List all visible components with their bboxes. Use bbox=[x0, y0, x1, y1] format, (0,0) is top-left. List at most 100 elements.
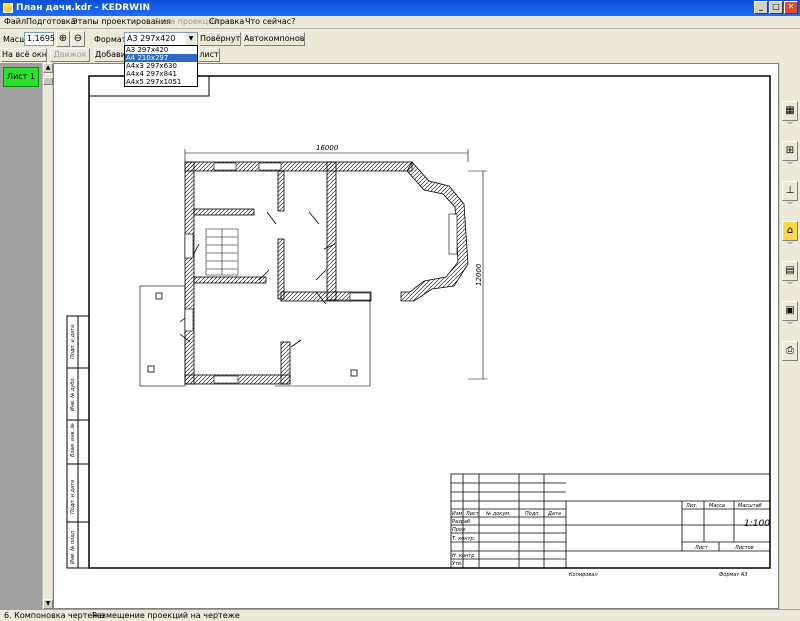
wall-left bbox=[184, 161, 195, 385]
separator-chevron-icon: ︾ bbox=[786, 282, 793, 289]
tb-sheet: Лист bbox=[694, 545, 709, 551]
tb-sheets: Листов bbox=[734, 545, 754, 551]
stairs bbox=[205, 228, 239, 276]
drawing-canvas[interactable]: Подп. и дата Инв. № дубл. Взам. инв. № П… bbox=[53, 63, 779, 609]
dimension-horizontal: 16000 bbox=[184, 144, 469, 162]
menu-preparation[interactable]: Подготовка bbox=[26, 17, 76, 26]
tb-row: Утв. bbox=[452, 561, 463, 567]
format-select-value: А3 297х420 bbox=[127, 34, 176, 43]
tb-copied: Копировал bbox=[569, 572, 598, 578]
rotate-button[interactable]: Повёрнуто bbox=[199, 32, 241, 46]
dim-vertical-label: 12000 bbox=[475, 263, 483, 286]
tb-header: Изм bbox=[452, 511, 462, 517]
toolbar: Масштаб 1.1695 ⊕ ⊖ Формат: А3 297х420 ▼ … bbox=[0, 29, 800, 63]
side-stamp-text: Инв. № подл. bbox=[70, 530, 76, 565]
zoom-in-icon[interactable]: ⊕ bbox=[56, 31, 70, 47]
zoom-out-icon[interactable]: ⊖ bbox=[71, 31, 85, 47]
windows bbox=[184, 162, 458, 384]
view-layout-icon[interactable]: ▦ bbox=[782, 101, 798, 121]
sheets-panel: Лист 1 bbox=[0, 63, 42, 609]
status-stage: 6. Компоновка чертежа bbox=[4, 611, 105, 620]
side-stamp: Подп. и дата Инв. № дубл. Взам. инв. № П… bbox=[66, 315, 90, 569]
status-bar: 6. Компоновка чертежа Размещение проекци… bbox=[0, 609, 800, 621]
format-option[interactable]: А3 297х420 bbox=[125, 46, 197, 54]
engine-button[interactable]: Движок bbox=[50, 48, 90, 62]
minimize-button[interactable]: _ bbox=[754, 1, 768, 14]
tb-row: Пров. bbox=[452, 527, 467, 533]
floor-plan bbox=[139, 161, 469, 387]
format-dropdown-list: А3 297х420 А4 210х297 А4х3 297х630 А4х4 … bbox=[124, 45, 198, 87]
title-block-text: Изм Лист № докум. Подп. Дата Разраб. Про… bbox=[452, 503, 770, 567]
column bbox=[147, 365, 155, 373]
tb-row: Н. контр. bbox=[452, 553, 476, 559]
hatch-icon[interactable]: ▤ bbox=[782, 261, 798, 281]
tb-scale-value: 1:100 bbox=[744, 519, 770, 529]
app-icon bbox=[3, 3, 13, 13]
side-stamp-text: Подп. и дата bbox=[70, 325, 76, 359]
menu-help[interactable]: Справка bbox=[209, 17, 244, 26]
drawing-sheet: Подп. и дата Инв. № дубл. Взам. инв. № П… bbox=[66, 75, 771, 578]
dimension-vertical: 12000 bbox=[468, 170, 487, 380]
sheet-button[interactable]: лист bbox=[198, 48, 220, 62]
separator-chevron-icon: ︾ bbox=[786, 162, 793, 169]
tb-scale: Масштаб bbox=[738, 503, 762, 509]
section-icon[interactable]: ⊞ bbox=[782, 141, 798, 161]
column bbox=[350, 369, 358, 377]
side-stamp-text: Взам. инв. № bbox=[70, 423, 76, 457]
tb-header: Подп. bbox=[525, 511, 540, 517]
scale-input[interactable]: 1.1695 bbox=[24, 32, 55, 46]
menu-file[interactable]: Файл bbox=[4, 17, 26, 26]
menu-bar: Файл Подготовка Этапы проектирования Окн… bbox=[0, 16, 800, 29]
side-stamp-text: Инв. № дубл. bbox=[70, 377, 76, 411]
wall-bay bbox=[400, 161, 469, 302]
separator-chevron-icon: ︾ bbox=[786, 122, 793, 129]
side-stamp-text: Подп. и дата bbox=[70, 480, 76, 514]
format-select[interactable]: А3 297х420 ▼ bbox=[124, 32, 198, 46]
wall-interior bbox=[193, 276, 267, 284]
maximize-button[interactable]: □ bbox=[769, 1, 783, 14]
title-block bbox=[450, 473, 771, 569]
print-icon[interactable]: ⎙ bbox=[782, 341, 798, 361]
chevron-down-icon[interactable]: ▼ bbox=[186, 33, 196, 45]
scroll-up-icon[interactable]: ▲ bbox=[43, 63, 53, 73]
window-title: План дачи.kdr - KEDRWIN bbox=[16, 3, 150, 13]
vertical-scrollbar[interactable]: ▲ ▼ bbox=[42, 63, 53, 609]
dim-horizontal-label: 16000 bbox=[316, 144, 339, 152]
tb-row: Разраб. bbox=[452, 519, 472, 525]
title-bar: План дачи.kdr - KEDRWIN _ □ ✕ bbox=[0, 0, 800, 16]
add-sheet-button[interactable]: Добави bbox=[94, 48, 126, 62]
tb-mass: Масса bbox=[709, 503, 725, 509]
wall-interior bbox=[277, 238, 285, 300]
format-option[interactable]: А4х4 297х841 bbox=[125, 70, 197, 78]
tb-format: Формат А3 bbox=[719, 572, 747, 578]
fit-window-button[interactable]: На всё окно bbox=[1, 48, 47, 62]
separator-chevron-icon: ︾ bbox=[786, 322, 793, 329]
format-option[interactable]: А4х5 297х1051 bbox=[125, 78, 197, 86]
menu-whats-now[interactable]: Что сейчас? bbox=[245, 17, 295, 26]
separator-chevron-icon: ︾ bbox=[786, 202, 793, 209]
place-view-icon[interactable]: ⌂ bbox=[782, 221, 798, 241]
terrace-left bbox=[139, 285, 186, 387]
close-button[interactable]: ✕ bbox=[784, 1, 798, 14]
wall-bottom-jog bbox=[280, 341, 291, 385]
status-hint: Размещение проекций на чертеже bbox=[92, 611, 240, 620]
column bbox=[155, 292, 163, 300]
tb-lit: Лит. bbox=[685, 503, 698, 509]
autolayout-button[interactable]: Автокомпоновка bbox=[243, 32, 305, 46]
format-option-selected[interactable]: А4 210х297 bbox=[125, 54, 197, 62]
wall-interior bbox=[193, 208, 255, 216]
tb-header: Дата bbox=[547, 511, 561, 517]
tb-header: Лист bbox=[465, 511, 480, 517]
format-option[interactable]: А4х3 297х630 bbox=[125, 62, 197, 70]
wall-interior-right bbox=[326, 161, 337, 301]
dimension-icon[interactable]: ⊥ bbox=[782, 181, 798, 201]
separator-chevron-icon: ︾ bbox=[786, 242, 793, 249]
tb-header: № докум. bbox=[485, 511, 511, 517]
sheet-fit-icon[interactable]: ▣ bbox=[782, 301, 798, 321]
right-toolbar: ▦ ︾ ⊞ ︾ ⊥ ︾ ⌂ ︾ ▤ ︾ ▣ ︾ ⎙ bbox=[780, 63, 800, 609]
scroll-thumb[interactable] bbox=[43, 77, 53, 85]
scroll-down-icon[interactable]: ▼ bbox=[43, 599, 53, 609]
tb-row: Т. контр. bbox=[452, 536, 475, 542]
sheet-tab-1[interactable]: Лист 1 bbox=[3, 67, 39, 87]
wall-interior bbox=[277, 170, 285, 212]
